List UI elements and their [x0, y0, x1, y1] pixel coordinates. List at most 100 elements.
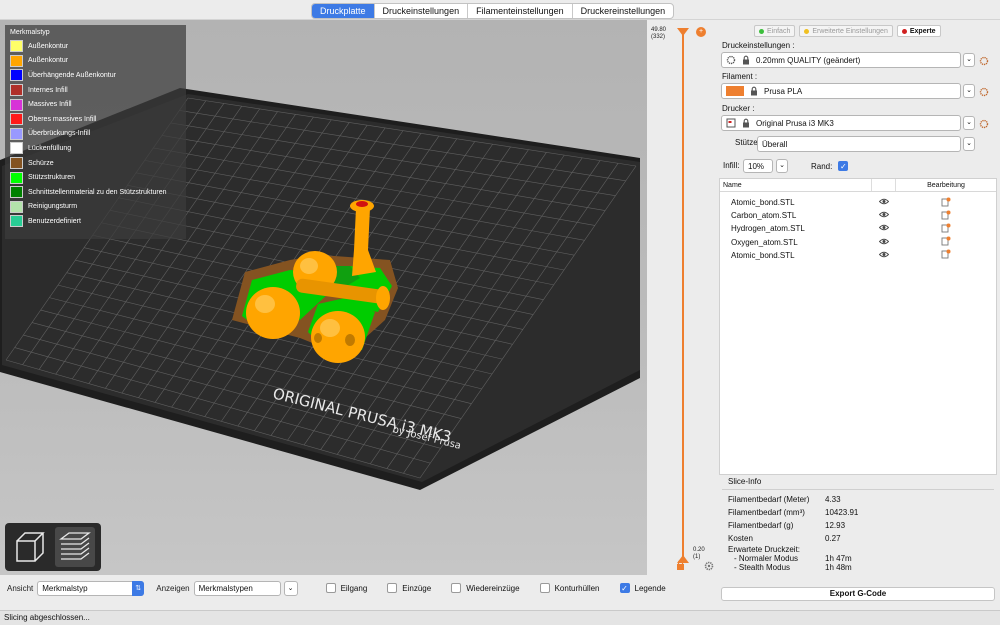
- show-select[interactable]: Merkmalstypen: [193, 580, 281, 596]
- checkbox-box-checked[interactable]: ✓: [619, 583, 630, 593]
- mode-simple-button[interactable]: Einfach: [754, 25, 796, 37]
- edit-icon[interactable]: [896, 236, 996, 248]
- legend-label: Benutzerdefiniert: [28, 217, 81, 225]
- legend-swatch: [10, 127, 23, 140]
- column-edit: Bearbeitung: [927, 181, 965, 189]
- mode-advanced-button[interactable]: Erweiterte Einstellungen: [799, 25, 893, 37]
- object-row[interactable]: Atomic_bond.STL: [720, 196, 996, 209]
- legend-label: Schürze: [28, 159, 54, 167]
- checkbox-box[interactable]: [387, 583, 398, 593]
- object-row[interactable]: Hydrogen_atom.STL: [720, 222, 996, 235]
- edit-icon[interactable]: [896, 197, 996, 209]
- filament-label: Filament :: [722, 72, 758, 81]
- checkbox-eilgang[interactable]: Eilgang: [325, 583, 367, 593]
- checkbox-wiedereinzuege[interactable]: Wiedereinzüge: [451, 583, 520, 593]
- print-settings-combo[interactable]: 0.20mm QUALITY (geändert): [721, 52, 961, 68]
- layer-slider-panel: 49.80 (332) + 0.20 (1): [647, 20, 717, 575]
- tab-druckeinstellungen[interactable]: Druckeinstellungen: [375, 4, 469, 18]
- supports-combo[interactable]: Überall: [757, 136, 961, 152]
- chevron-down-icon[interactable]: ⌄: [283, 580, 298, 596]
- eye-icon[interactable]: [872, 251, 896, 260]
- slice-info-row: Filamentbedarf (g) 12.93: [722, 519, 994, 532]
- status-bar: Slicing abgeschlossen...: [0, 610, 1000, 625]
- yellow-dot-icon: [804, 28, 810, 34]
- layer-slider-top-thumb[interactable]: [677, 28, 689, 36]
- checkbox-box[interactable]: [451, 583, 462, 593]
- export-gcode-button[interactable]: Export G-Code: [721, 587, 995, 601]
- show-select-value: Merkmalstypen: [198, 583, 253, 593]
- slice-info-key: Filamentbedarf (mm³): [728, 508, 805, 517]
- legend-item: Überhängende Außenkontur: [10, 68, 181, 83]
- view-select[interactable]: Merkmalstyp ⇅: [37, 580, 145, 596]
- edit-icon[interactable]: [896, 249, 996, 261]
- lock-icon[interactable]: [676, 560, 685, 570]
- tab-filamenteinstellungen[interactable]: Filamenteinstellungen: [468, 4, 573, 18]
- printer-combo[interactable]: Original Prusa i3 MK3: [721, 115, 961, 131]
- preview-layers-button[interactable]: [55, 527, 95, 567]
- add-color-change-icon[interactable]: +: [696, 27, 706, 37]
- print-settings-value: 0.20mm QUALITY (geändert): [756, 55, 861, 65]
- cog-icon[interactable]: [979, 119, 989, 129]
- show-label: Anzeigen: [156, 583, 190, 593]
- legend-swatch: [10, 40, 23, 53]
- layer-top-readout: 49.80 (332): [651, 27, 666, 41]
- chevron-down-icon[interactable]: ⌄: [963, 84, 975, 98]
- slice-info-key: Filamentbedarf (Meter): [728, 495, 810, 504]
- legend-label: Reinigungsturm: [28, 203, 78, 211]
- tab-druckereinstellungen[interactable]: Druckereinstellungen: [573, 4, 674, 18]
- stealth-mode-label: - Stealth Modus: [734, 563, 791, 572]
- legend-item: Stützstrukturen: [10, 170, 181, 185]
- checkbox-box[interactable]: [539, 583, 550, 593]
- legend-item: Schnittstellenmaterial zu den Stützstruk…: [10, 185, 181, 200]
- brim-checkbox[interactable]: ✓: [838, 161, 849, 171]
- layer-bottom-height: 0.20: [693, 547, 705, 553]
- normal-mode-label: - Normaler Modus: [734, 554, 799, 563]
- red-dot-icon: [901, 28, 907, 34]
- edit-icon[interactable]: [896, 210, 996, 222]
- chevron-down-icon[interactable]: ⌄: [963, 53, 975, 67]
- lock-icon: [751, 86, 757, 96]
- filament-combo[interactable]: Prusa PLA: [721, 83, 961, 99]
- layer-bottom-readout: 0.20 (1): [693, 547, 705, 561]
- 3d-view-button[interactable]: [9, 527, 49, 567]
- object-name: Oxygen_atom.STL: [731, 237, 798, 247]
- object-row[interactable]: Oxygen_atom.STL: [720, 236, 996, 249]
- eye-icon[interactable]: [872, 211, 896, 220]
- filament-color-swatch: [726, 86, 744, 96]
- cog-icon[interactable]: [704, 561, 714, 571]
- eye-icon[interactable]: [872, 238, 896, 247]
- tab-druckplatte[interactable]: Druckplatte: [312, 4, 375, 18]
- infill-input[interactable]: 10%: [743, 159, 773, 173]
- select-arrows-icon: ⇅: [132, 580, 145, 596]
- legend-label: Internes Infill: [28, 86, 68, 94]
- chevron-down-icon[interactable]: ⌄: [776, 159, 788, 173]
- checkbox-legende[interactable]: ✓ Legende: [619, 583, 666, 593]
- layer-top-index: (332): [651, 34, 666, 40]
- chevron-down-icon[interactable]: ⌄: [963, 116, 975, 130]
- checkbox-konturhuellen[interactable]: Konturhüllen: [539, 583, 600, 593]
- checkbox-einzuege[interactable]: Einzüge: [387, 583, 431, 593]
- printer-label: Drucker :: [722, 104, 755, 113]
- object-name: Hydrogen_atom.STL: [731, 224, 805, 234]
- edit-icon[interactable]: [896, 223, 996, 235]
- mode-expert-button[interactable]: Experte: [896, 25, 941, 37]
- chevron-down-icon[interactable]: ⌄: [963, 137, 975, 151]
- legend-item: Außenkontur: [10, 39, 181, 54]
- object-row[interactable]: Carbon_atom.STL: [720, 209, 996, 222]
- legend-swatch: [10, 84, 23, 97]
- eye-icon[interactable]: [872, 224, 896, 233]
- checkbox-label: Wiedereinzüge: [466, 583, 520, 593]
- lock-icon: [743, 118, 749, 128]
- checkbox-box[interactable]: [325, 583, 336, 593]
- cog-icon[interactable]: [979, 87, 989, 97]
- cog-icon[interactable]: [979, 56, 989, 66]
- object-name: Atomic_bond.STL: [731, 250, 795, 260]
- slice-info-value: 0.27: [825, 534, 841, 543]
- 3d-viewport[interactable]: ORIGINAL PRUSA i3 MK3 by Josef Prusa Mer…: [0, 20, 647, 575]
- object-row[interactable]: Atomic_bond.STL: [720, 249, 996, 262]
- layers-icon: [59, 532, 91, 560]
- layer-slider-track[interactable]: [682, 32, 684, 562]
- eye-icon[interactable]: [872, 198, 896, 207]
- view-mode-toggle: [5, 523, 101, 571]
- legend-title: Merkmalstyp: [10, 29, 50, 36]
